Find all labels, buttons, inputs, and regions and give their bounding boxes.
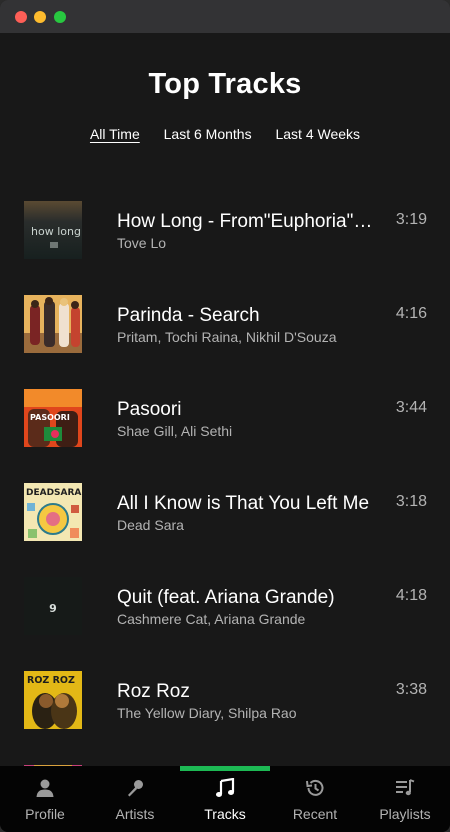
page-title: Top Tracks xyxy=(148,68,302,100)
album-cover: DEADSARA xyxy=(24,483,82,541)
track-item[interactable]: Parinda - Search Pritam, Tochi Raina, Ni… xyxy=(0,295,450,389)
nav-label: Profile xyxy=(25,806,65,822)
tab-last-6-months[interactable]: Last 6 Months xyxy=(164,126,252,142)
nav-playlists[interactable]: Playlists xyxy=(360,766,450,832)
album-cover: PASOORI xyxy=(24,389,82,447)
playlist-icon xyxy=(396,779,415,796)
track-name: Roz Roz xyxy=(117,681,190,702)
track-item[interactable]: PASOORI Pasoori Shae Gill, Ali Sethi 3:4… xyxy=(0,389,450,483)
cover-text: how long xyxy=(31,225,81,238)
album-cover: ROZ ROZ xyxy=(24,671,82,729)
track-duration: 4:16 xyxy=(395,305,427,322)
track-name: Pasoori xyxy=(117,399,182,420)
album-cover: 9 xyxy=(24,577,82,635)
track-duration: 3:38 xyxy=(395,681,427,698)
track-artists: Pritam, Tochi Raina, Nikhil D'Souza xyxy=(117,329,337,345)
bottom-navigation: Profile Artists Tracks Recent Playlists xyxy=(0,766,450,832)
nav-label: Recent xyxy=(292,806,338,822)
nav-label: Artists xyxy=(115,806,155,822)
cover-text: 9 xyxy=(49,602,57,615)
nav-label: Playlists xyxy=(379,806,431,822)
app-window: Top Tracks All Time Last 6 Months Last 4… xyxy=(0,0,450,832)
track-duration: 3:19 xyxy=(395,211,427,228)
title-bar xyxy=(0,0,450,33)
track-artists: Shae Gill, Ali Sethi xyxy=(117,423,233,439)
track-duration: 3:44 xyxy=(395,399,427,416)
track-artists: Dead Sara xyxy=(117,517,184,533)
profile-icon xyxy=(36,779,54,797)
nav-artists[interactable]: Artists xyxy=(90,766,180,832)
track-artists: Cashmere Cat, Ariana Grande xyxy=(117,611,306,627)
track-name: Quit (feat. Ariana Grande) xyxy=(117,587,335,608)
history-icon xyxy=(306,779,324,796)
track-duration: 3:18 xyxy=(395,493,427,510)
music-note-icon xyxy=(216,778,235,797)
track-name: How Long - From"Euphoria" An HBO Origina… xyxy=(117,211,373,232)
track-item[interactable]: 9 Quit (feat. Ariana Grande) Cashmere Ca… xyxy=(0,577,450,671)
track-artists: Tove Lo xyxy=(117,235,167,251)
cover-text: ROZ ROZ xyxy=(27,675,75,686)
nav-label: Tracks xyxy=(204,806,246,822)
track-item[interactable]: ROZ ROZ Roz Roz The Yellow Diary, Shilpa… xyxy=(0,671,450,765)
minimize-window-button[interactable] xyxy=(34,11,46,23)
tab-all-time[interactable]: All Time xyxy=(90,126,140,142)
track-duration: 4:18 xyxy=(395,587,427,604)
close-window-button[interactable] xyxy=(15,11,27,23)
track-name: Parinda - Search xyxy=(117,305,260,326)
time-range-tabs: All Time Last 6 Months Last 4 Weeks xyxy=(0,126,450,142)
nav-recent[interactable]: Recent xyxy=(270,766,360,832)
album-cover: how long xyxy=(24,201,82,259)
cover-text: DEADSARA xyxy=(26,488,81,498)
nav-tracks[interactable]: Tracks xyxy=(180,766,270,832)
track-item[interactable]: DEADSARA All I Know is That You Left Me … xyxy=(0,483,450,577)
tab-last-4-weeks[interactable]: Last 4 Weeks xyxy=(275,126,360,142)
zoom-window-button[interactable] xyxy=(54,11,66,23)
track-artists: The Yellow Diary, Shilpa Rao xyxy=(117,705,297,721)
main-content: Top Tracks All Time Last 6 Months Last 4… xyxy=(0,33,450,766)
album-cover xyxy=(24,295,82,353)
nav-profile[interactable]: Profile xyxy=(0,766,90,832)
microphone-icon xyxy=(128,780,143,797)
track-item[interactable]: how long How Long - From"Euphoria" An HB… xyxy=(0,201,450,295)
cover-text: PASOORI xyxy=(30,413,70,422)
track-name: All I Know is That You Left Me xyxy=(117,493,370,514)
